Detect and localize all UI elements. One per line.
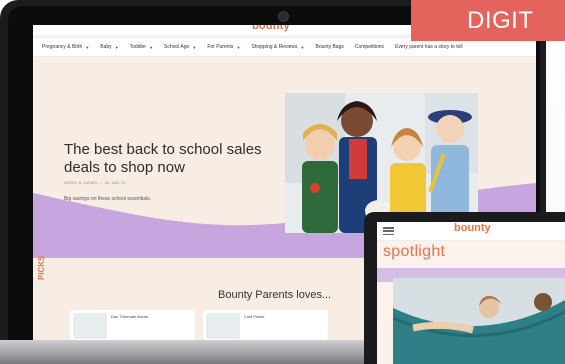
product-card[interactable]: Cold Power bbox=[203, 310, 328, 340]
tablet-logo[interactable]: bounty bbox=[454, 222, 491, 234]
chevron-down-icon: ▼ bbox=[192, 44, 197, 50]
nav-label: For Parents bbox=[207, 44, 234, 50]
nav-item-baby[interactable]: Baby ▼ bbox=[100, 44, 118, 50]
nav-label: Competitions bbox=[354, 44, 385, 50]
spotlight-title: spotlight bbox=[383, 243, 446, 260]
camera-icon bbox=[278, 11, 289, 22]
nav-label: Pregnancy & Birth bbox=[42, 44, 83, 50]
product-cards: Eau Thermale Avene Cold Power bbox=[70, 310, 328, 340]
tablet-screen: bounty spotlight bbox=[377, 222, 565, 364]
product-title: Eau Thermale Avene bbox=[111, 314, 149, 319]
product-card[interactable]: Eau Thermale Avene bbox=[70, 310, 195, 340]
picks-label: PICKS bbox=[37, 255, 46, 280]
article-meta: NEWS & VIEWS — 30 JAN 25 bbox=[64, 180, 126, 185]
nav-item-shopping-reviews[interactable]: Shopping & Reviews ▼ bbox=[251, 44, 304, 50]
chevron-down-icon: ▼ bbox=[236, 44, 241, 50]
chevron-down-icon: ▼ bbox=[300, 44, 305, 50]
nav-item-bounty-bags[interactable]: Bounty Bags bbox=[316, 44, 344, 50]
nav-label: Bounty Bags bbox=[315, 44, 344, 50]
nav-item-pregnancy-birth[interactable]: Pregnancy & Birth ▼ bbox=[42, 44, 89, 50]
nav-item-for-parents[interactable]: For Parents ▼ bbox=[207, 44, 240, 50]
nav-item-stories[interactable]: Every parent has a story to tell bbox=[395, 44, 463, 50]
hammock-illustration bbox=[393, 278, 565, 364]
tablet-header: bounty bbox=[377, 222, 565, 241]
nav-item-school-age[interactable]: School Age ▼ bbox=[164, 44, 196, 50]
nav-item-toddler[interactable]: Toddler ▼ bbox=[130, 44, 153, 50]
hero-headline[interactable]: The best back to school sales deals to s… bbox=[64, 141, 264, 177]
section-title: Bounty Parents loves... bbox=[218, 289, 332, 301]
nav-label: Toddler bbox=[129, 44, 147, 50]
nav-label: Every parent has a story to tell bbox=[395, 44, 463, 50]
nav-item-competitions[interactable]: Competitions bbox=[355, 44, 384, 50]
nav-label: Shopping & Reviews bbox=[251, 44, 298, 50]
chevron-down-icon: ▼ bbox=[149, 44, 154, 50]
menu-icon[interactable] bbox=[383, 227, 394, 235]
product-image bbox=[73, 313, 107, 339]
chevron-down-icon: ▼ bbox=[114, 44, 119, 50]
nav-label: School Age bbox=[164, 44, 190, 50]
nav-label: Baby bbox=[100, 44, 112, 50]
product-title: Cold Power bbox=[244, 314, 265, 319]
corner-badge: DIGIT bbox=[411, 0, 565, 41]
chevron-down-icon: ▼ bbox=[85, 44, 90, 50]
site-logo[interactable]: bounty bbox=[252, 25, 290, 32]
spotlight-photo-hammock[interactable] bbox=[393, 278, 565, 364]
product-image bbox=[206, 313, 240, 339]
hero-subtitle: Big savings on these school essentials. bbox=[64, 196, 151, 202]
